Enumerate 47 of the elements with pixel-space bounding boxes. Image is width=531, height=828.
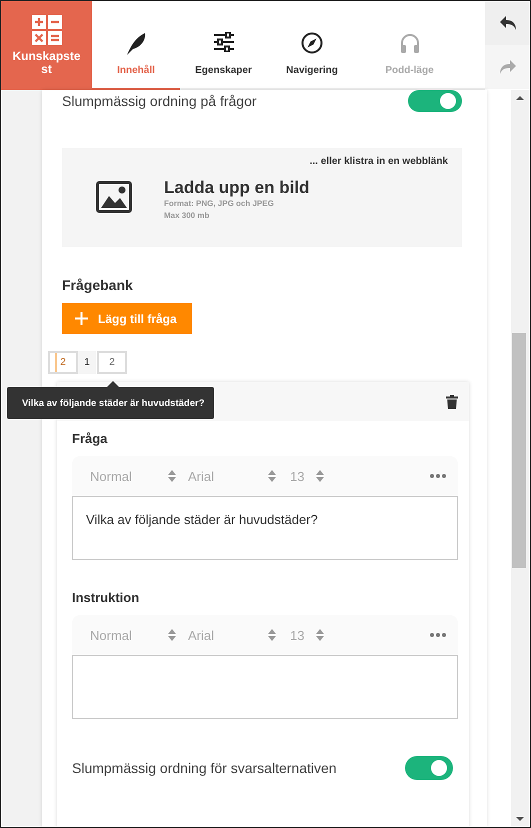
size-dropdown[interactable]: 13 (290, 628, 324, 642)
toggle-switch[interactable] (408, 90, 462, 112)
updown-icon (268, 470, 276, 482)
updown-icon (168, 470, 176, 482)
link-hint[interactable]: ... eller klistra in en webblänk (96, 156, 448, 167)
plus-icon (75, 312, 88, 325)
more-icon[interactable] (430, 474, 446, 478)
feather-icon (125, 32, 147, 56)
tooltip: Vilka av följande städer är huvudstäder? (7, 387, 214, 419)
scroll-down-icon[interactable] (516, 817, 524, 821)
page-tab[interactable]: 2 (48, 351, 78, 374)
calculator-icon (32, 15, 62, 45)
scroll-up-icon[interactable] (516, 96, 524, 100)
updown-icon (316, 629, 324, 641)
page-tab[interactable]: 1 (78, 351, 96, 374)
section-title: Frågebank (62, 277, 134, 293)
toggle-switch[interactable] (405, 756, 453, 780)
undo-button[interactable] (485, 1, 530, 45)
toggle-label: Slumpmässig ordning för svarsalternativen (72, 760, 337, 776)
trash-icon[interactable] (446, 394, 458, 408)
format-text: Format: PNG, JPG och JPEG (164, 198, 275, 210)
text-editor[interactable]: Vilka av följande städer är huvudstäder? (72, 496, 458, 560)
toggle-label: Slumpmässig ordning på frågor (62, 93, 257, 109)
style-dropdown[interactable]: Normal (90, 628, 176, 642)
image-icon (96, 181, 132, 213)
field-label: Fråga (72, 431, 108, 448)
compass-icon (301, 32, 323, 56)
upload-title: Ladda upp en bild (164, 178, 310, 198)
updown-icon (168, 629, 176, 641)
headphones-icon (398, 32, 420, 56)
font-dropdown[interactable]: Arial (188, 468, 276, 484)
field-label: Instruktion (72, 590, 140, 607)
upload-area[interactable]: ... eller klistra in en webblänk Ladda upp en bild Format: PNG, JPG och JPEG Max 300 mb (62, 148, 462, 247)
tab[interactable]: Egenskaper (180, 1, 267, 90)
size-limit-text: Max 300 mb (164, 210, 210, 222)
page-tab[interactable]: 2 (97, 351, 127, 374)
updown-icon (316, 470, 324, 482)
style-dropdown[interactable]: Normal (90, 468, 176, 484)
add-question-button[interactable]: Lägg till fråga (62, 303, 192, 334)
tab[interactable]: Navigering (267, 1, 357, 90)
size-dropdown[interactable]: 13 (290, 468, 324, 484)
updown-icon (268, 629, 276, 641)
app-logo[interactable]: Kunskapstest (1, 1, 92, 90)
more-icon[interactable] (430, 633, 446, 637)
scrollbar-thumb[interactable] (512, 333, 526, 568)
app-name: Kunskapstest (11, 50, 82, 76)
font-dropdown[interactable]: Arial (188, 628, 276, 642)
